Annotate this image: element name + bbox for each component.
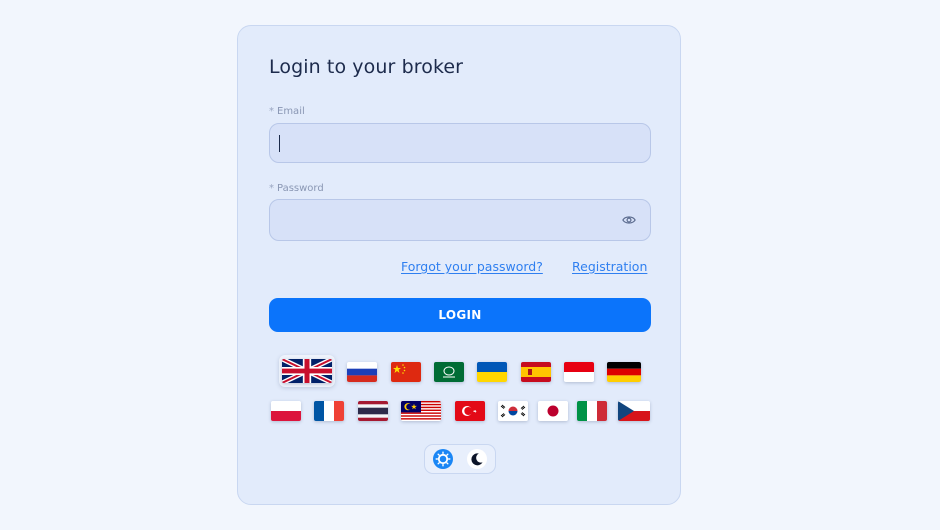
flag-turkey-icon[interactable] xyxy=(455,401,485,421)
flag-france-icon[interactable] xyxy=(314,401,344,421)
flag-china-icon[interactable] xyxy=(391,362,421,382)
email-input[interactable] xyxy=(270,124,650,162)
dark-theme-button[interactable] xyxy=(465,449,489,469)
flag-russia-icon[interactable] xyxy=(347,362,377,382)
registration-link[interactable]: Registration xyxy=(572,259,647,274)
flag-thailand-icon[interactable] xyxy=(358,401,388,421)
forgot-password-link[interactable]: Forgot your password? xyxy=(401,259,543,274)
email-label: * Email xyxy=(269,106,305,117)
email-field[interactable] xyxy=(269,123,651,163)
password-field[interactable] xyxy=(269,199,651,241)
password-input[interactable] xyxy=(270,200,650,240)
sun-icon xyxy=(433,449,453,469)
required-marker: * xyxy=(269,183,274,194)
flag-czech-icon[interactable] xyxy=(618,401,650,421)
login-button[interactable]: LOGIN xyxy=(269,298,651,332)
page-title: Login to your broker xyxy=(269,56,464,78)
moon-icon xyxy=(467,449,487,469)
flag-italy-icon[interactable] xyxy=(577,401,607,421)
flag-japan-icon[interactable] xyxy=(538,401,568,421)
login-card: Login to your broker * Email * Password Fo… xyxy=(237,25,681,505)
text-caret xyxy=(279,135,280,152)
flag-saudi-arabia-icon[interactable] xyxy=(434,362,464,382)
flag-korea-icon[interactable] xyxy=(498,401,528,421)
flag-ukraine-icon[interactable] xyxy=(477,362,507,382)
flag-malaysia-icon[interactable] xyxy=(401,401,441,421)
light-theme-button[interactable] xyxy=(431,449,455,469)
password-label: * Password xyxy=(269,183,324,194)
flag-germany-icon[interactable] xyxy=(607,362,641,382)
flag-indonesia-icon[interactable] xyxy=(564,362,594,382)
flag-spain-icon[interactable] xyxy=(521,362,551,382)
flag-uk-icon[interactable] xyxy=(282,359,332,383)
required-marker: * xyxy=(269,106,274,117)
flag-poland-icon[interactable] xyxy=(271,401,301,421)
eye-icon[interactable] xyxy=(622,213,636,227)
theme-toggle xyxy=(424,444,496,474)
